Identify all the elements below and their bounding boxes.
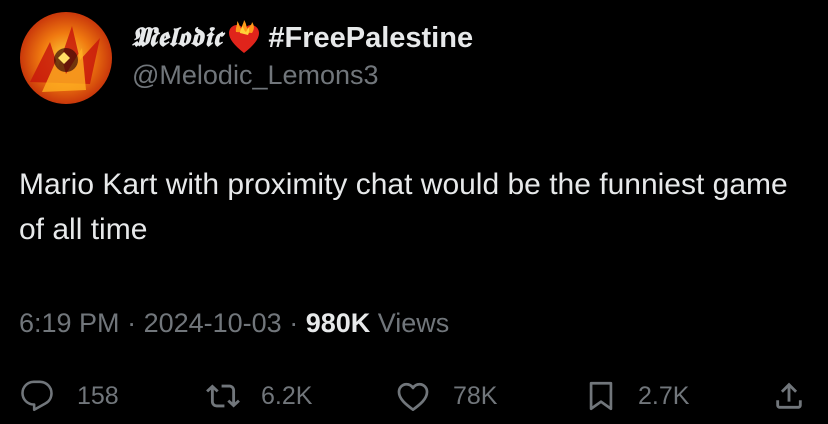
like-button[interactable]: 78K — [396, 372, 497, 420]
bookmark-icon — [589, 381, 613, 411]
reply-count: 158 — [77, 381, 119, 410]
bookmark-button[interactable]: 2.7K — [584, 372, 689, 420]
reply-icon — [21, 380, 53, 412]
fire-heart-icon — [226, 20, 262, 56]
avatar[interactable] — [20, 12, 112, 104]
action-bar: 158 6.2K 78K 2.7K — [0, 372, 828, 420]
author-display-name[interactable]: 𝕸𝖊𝖑𝖔𝖉𝖎𝖈 — [132, 22, 222, 54]
repost-icon — [206, 384, 240, 408]
repost-button[interactable]: 6.2K — [206, 372, 312, 420]
share-icon — [776, 382, 802, 409]
tweet-meta: 6:19 PM · 2024-10-03 · 980K Views — [19, 308, 449, 339]
views-count: 980K — [305, 308, 371, 338]
hashtag-link[interactable]: #FreePalestine — [268, 22, 473, 55]
tweet-text: Mario Kart with proximity chat would be … — [19, 168, 788, 246]
meta-separator: · — [281, 308, 306, 338]
author-name-row: 𝕸𝖊𝖑𝖔𝖉𝖎𝖈 #FreePalestine — [132, 18, 473, 58]
author-handle[interactable]: @Melodic_Lemons3 — [132, 60, 379, 91]
share-button[interactable] — [772, 372, 806, 420]
tweet-time[interactable]: 6:19 PM — [19, 308, 120, 338]
tweet-date[interactable]: 2024-10-03 — [144, 308, 282, 338]
repost-count: 6.2K — [261, 381, 313, 410]
reply-button[interactable]: 158 — [20, 372, 119, 420]
bookmark-count: 2.7K — [638, 381, 690, 410]
like-count: 78K — [453, 381, 498, 410]
views-label: Views — [370, 308, 450, 338]
heart-icon — [397, 382, 429, 412]
meta-separator: · — [119, 308, 144, 338]
